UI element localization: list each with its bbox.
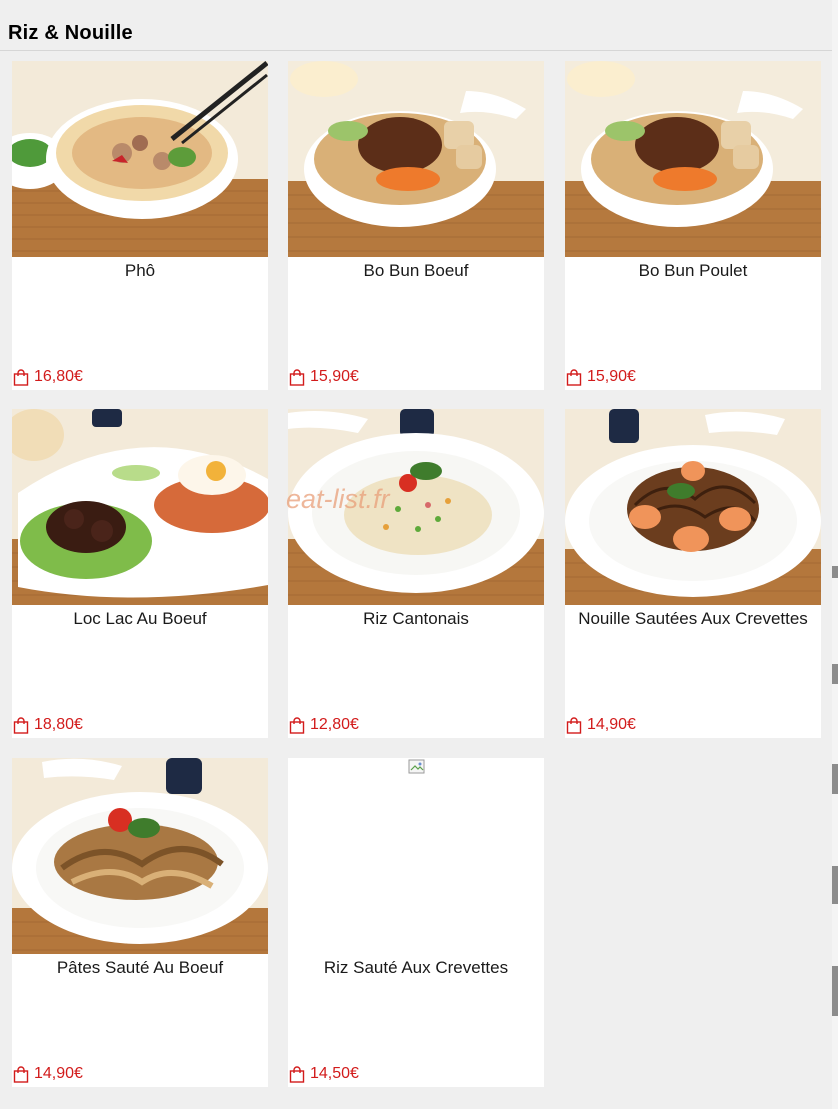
product-card-pates-saute-au-boeuf[interactable]: Pâtes Sauté Au Boeuf 14,90€ xyxy=(12,758,268,1087)
product-card-loc-lac-au-boeuf[interactable]: Loc Lac Au Boeuf 18,80€ xyxy=(12,409,268,738)
product-price-value: 15,90€ xyxy=(310,368,359,385)
scrollbar-marker xyxy=(832,566,838,578)
product-price-value: 14,90€ xyxy=(34,1065,83,1082)
product-image-nouille-sautees-aux-crevettes[interactable] xyxy=(565,409,821,605)
product-card-bo-bun-boeuf[interactable]: Bo Bun Boeuf 15,90€ xyxy=(288,61,544,390)
product-name: Riz Sauté Aux Crevettes xyxy=(323,958,509,977)
product-image-pates-saute-au-boeuf[interactable] xyxy=(12,758,268,954)
product-name: Loc Lac Au Boeuf xyxy=(73,609,207,628)
shopping-bag-icon xyxy=(289,716,305,734)
product-image-bo-bun-boeuf[interactable] xyxy=(288,61,544,257)
shopping-bag-icon xyxy=(566,716,582,734)
product-image-riz-saute-aux-crevettes[interactable] xyxy=(288,758,544,954)
product-image-pho[interactable] xyxy=(12,61,268,257)
product-card-bo-bun-poulet[interactable]: Bo Bun Poulet 15,90€ xyxy=(565,61,821,390)
product-price: 15,90€ xyxy=(289,368,359,386)
product-card-riz-cantonais[interactable]: Riz Cantonais 12,80€ xyxy=(288,409,544,738)
shopping-bag-icon xyxy=(13,368,29,386)
broken-image-icon xyxy=(408,759,425,774)
product-price: 16,80€ xyxy=(13,368,83,386)
shopping-bag-icon xyxy=(289,1065,305,1083)
product-price: 14,50€ xyxy=(289,1065,359,1083)
shopping-bag-icon xyxy=(13,1065,29,1083)
scrollbar-marker xyxy=(832,966,838,1016)
product-price: 15,90€ xyxy=(566,368,636,386)
product-price-value: 14,90€ xyxy=(587,716,636,733)
product-card-pho[interactable]: Phô 16,80€ xyxy=(12,61,268,390)
product-name: Phô xyxy=(124,261,156,280)
product-image-riz-cantonais[interactable] xyxy=(288,409,544,605)
product-price-value: 15,90€ xyxy=(587,368,636,385)
product-image-bo-bun-poulet[interactable] xyxy=(565,61,821,257)
product-grid: Phô 16,80€ Bo Bun Boeuf 15,90€ Bo Bun Po… xyxy=(0,0,838,1109)
product-price-value: 14,50€ xyxy=(310,1065,359,1082)
shopping-bag-icon xyxy=(289,368,305,386)
scrollbar-marker xyxy=(832,664,838,684)
product-card-riz-saute-aux-crevettes[interactable]: Riz Sauté Aux Crevettes 14,50€ xyxy=(288,758,544,1087)
product-price: 12,80€ xyxy=(289,716,359,734)
product-name: Nouille Sautées Aux Crevettes xyxy=(578,609,808,628)
product-name: Bo Bun Boeuf xyxy=(363,261,469,280)
scrollbar[interactable] xyxy=(832,0,838,1109)
product-name: Pâtes Sauté Au Boeuf xyxy=(56,958,224,977)
scrollbar-marker xyxy=(832,866,838,904)
product-card-nouille-sautees-aux-crevettes[interactable]: Nouille Sautées Aux Crevettes 14,90€ xyxy=(565,409,821,738)
product-name: Riz Cantonais xyxy=(363,609,469,628)
product-name: Bo Bun Poulet xyxy=(638,261,748,280)
product-price-value: 12,80€ xyxy=(310,716,359,733)
shopping-bag-icon xyxy=(566,368,582,386)
product-price-value: 16,80€ xyxy=(34,368,83,385)
product-price: 14,90€ xyxy=(566,716,636,734)
product-price: 18,80€ xyxy=(13,716,83,734)
product-image-loc-lac-au-boeuf[interactable] xyxy=(12,409,268,605)
shopping-bag-icon xyxy=(13,716,29,734)
product-price-value: 18,80€ xyxy=(34,716,83,733)
product-price: 14,90€ xyxy=(13,1065,83,1083)
scrollbar-marker xyxy=(832,764,838,794)
